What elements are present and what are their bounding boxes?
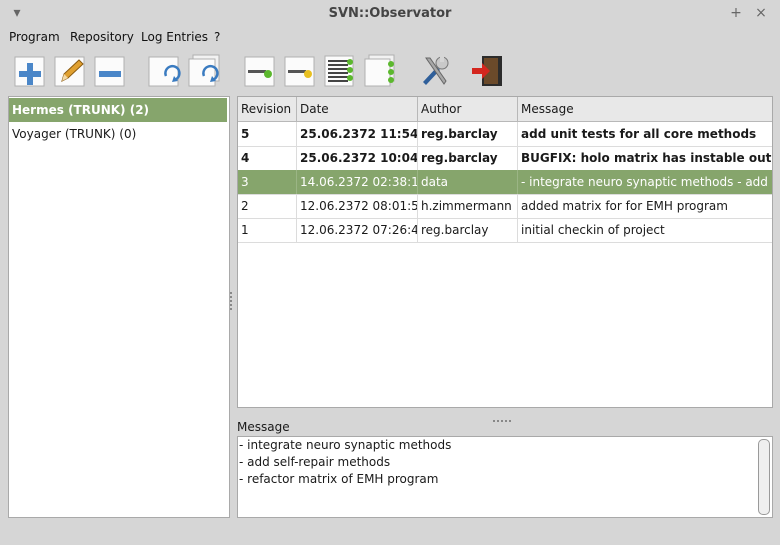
mark-read-button[interactable] bbox=[244, 54, 278, 88]
table-row-selected[interactable]: 3 14.06.2372 02:38:16 data - integrate n… bbox=[238, 170, 772, 195]
repository-item-hermes[interactable]: Hermes (TRUNK) (2) bbox=[9, 98, 227, 122]
exit-button[interactable] bbox=[470, 54, 504, 88]
pencil-icon bbox=[54, 56, 85, 87]
settings-button[interactable] bbox=[418, 54, 452, 88]
cell-message: - integrate neuro synaptic methods - add… bbox=[521, 175, 772, 189]
cell-date: 12.06.2372 07:26:41 bbox=[297, 218, 418, 242]
cell-revision: 4 bbox=[238, 146, 297, 170]
cell-message: added matrix for for EMH program bbox=[521, 199, 728, 213]
edit-repository-button[interactable] bbox=[54, 54, 88, 88]
table-header: Revision Date Author Message bbox=[238, 97, 772, 122]
mark-yellow-icon bbox=[284, 56, 315, 87]
cell-date: 25.06.2372 11:54:41 bbox=[297, 122, 418, 146]
cell-message: add unit tests for all core methods bbox=[521, 127, 757, 141]
menu-bar: Program Repository Log Entries ? bbox=[0, 28, 780, 48]
message-label: Message bbox=[237, 420, 290, 434]
toolbar bbox=[0, 50, 780, 92]
mark-all-read-button[interactable] bbox=[324, 54, 358, 88]
column-header-author[interactable]: Author bbox=[418, 97, 518, 121]
message-text-area[interactable]: - integrate neuro synaptic methods - add… bbox=[237, 436, 773, 518]
refresh-pages-icon bbox=[188, 54, 220, 87]
remove-repository-button[interactable] bbox=[94, 54, 128, 88]
cell-revision: 3 bbox=[238, 170, 297, 194]
table-row[interactable]: 2 12.06.2372 08:01:50 h.zimmermann added… bbox=[238, 194, 772, 219]
repository-item-voyager[interactable]: Voyager (TRUNK) (0) bbox=[9, 122, 227, 146]
tools-icon bbox=[423, 56, 449, 85]
mark-all-button[interactable] bbox=[364, 54, 398, 88]
cell-revision: 1 bbox=[238, 218, 297, 242]
exit-door-icon bbox=[472, 56, 502, 86]
refresh-button[interactable] bbox=[148, 54, 182, 88]
cell-message: initial checkin of project bbox=[521, 223, 665, 237]
refresh-all-button[interactable] bbox=[188, 54, 222, 88]
cell-author: reg.barclay bbox=[418, 218, 518, 242]
table-row[interactable]: 5 25.06.2372 11:54:41 reg.barclay add un… bbox=[238, 122, 772, 147]
plus-icon bbox=[14, 56, 45, 87]
table-row[interactable]: 1 12.06.2372 07:26:41 reg.barclay initia… bbox=[238, 218, 772, 243]
cell-author: h.zimmermann bbox=[418, 194, 518, 218]
refresh-page-icon bbox=[148, 56, 181, 87]
repository-list[interactable]: Hermes (TRUNK) (2) Voyager (TRUNK) (0) bbox=[8, 96, 230, 518]
table-row[interactable]: 4 25.06.2372 10:04:40 reg.barclay BUGFIX… bbox=[238, 146, 772, 171]
vertical-splitter-handle[interactable] bbox=[229, 290, 233, 316]
column-header-message[interactable]: Message bbox=[518, 97, 772, 121]
message-scrollbar[interactable] bbox=[758, 439, 770, 515]
menu-log-entries[interactable]: Log Entries bbox=[141, 30, 208, 44]
column-header-revision[interactable]: Revision bbox=[238, 97, 297, 121]
cell-date: 25.06.2372 10:04:40 bbox=[297, 146, 418, 170]
message-line: - integrate neuro synaptic methods bbox=[239, 438, 452, 452]
cell-author: reg.barclay bbox=[418, 146, 518, 170]
mark-unread-button[interactable] bbox=[284, 54, 318, 88]
close-icon[interactable]: × bbox=[752, 4, 770, 22]
menu-help[interactable]: ? bbox=[214, 30, 220, 44]
add-repository-button[interactable] bbox=[14, 54, 48, 88]
cell-author: reg.barclay bbox=[418, 122, 518, 146]
title-bar: ▾ SVN::Observator + × bbox=[0, 0, 780, 28]
cell-revision: 5 bbox=[238, 122, 297, 146]
window-title: SVN::Observator bbox=[328, 6, 452, 21]
log-entries-table: Revision Date Author Message 5 25.06.237… bbox=[237, 96, 773, 408]
minus-icon bbox=[94, 56, 125, 87]
cell-message: BUGFIX: holo matrix has instable output bbox=[521, 151, 772, 165]
mark-green-icon bbox=[244, 56, 275, 87]
maximize-icon[interactable]: + bbox=[727, 4, 745, 22]
message-line: - refactor matrix of EMH program bbox=[239, 472, 439, 486]
pages-check-icon bbox=[364, 54, 395, 87]
horizontal-splitter-handle[interactable] bbox=[492, 411, 522, 422]
list-check-icon bbox=[324, 55, 354, 87]
cell-date: 14.06.2372 02:38:16 bbox=[297, 170, 418, 194]
cell-author: data bbox=[418, 170, 518, 194]
menu-program[interactable]: Program bbox=[9, 30, 60, 44]
menu-repository[interactable]: Repository bbox=[70, 30, 134, 44]
cell-date: 12.06.2372 08:01:50 bbox=[297, 194, 418, 218]
column-header-date[interactable]: Date bbox=[297, 97, 418, 121]
cell-revision: 2 bbox=[238, 194, 297, 218]
message-line: - add self-repair methods bbox=[239, 455, 391, 469]
